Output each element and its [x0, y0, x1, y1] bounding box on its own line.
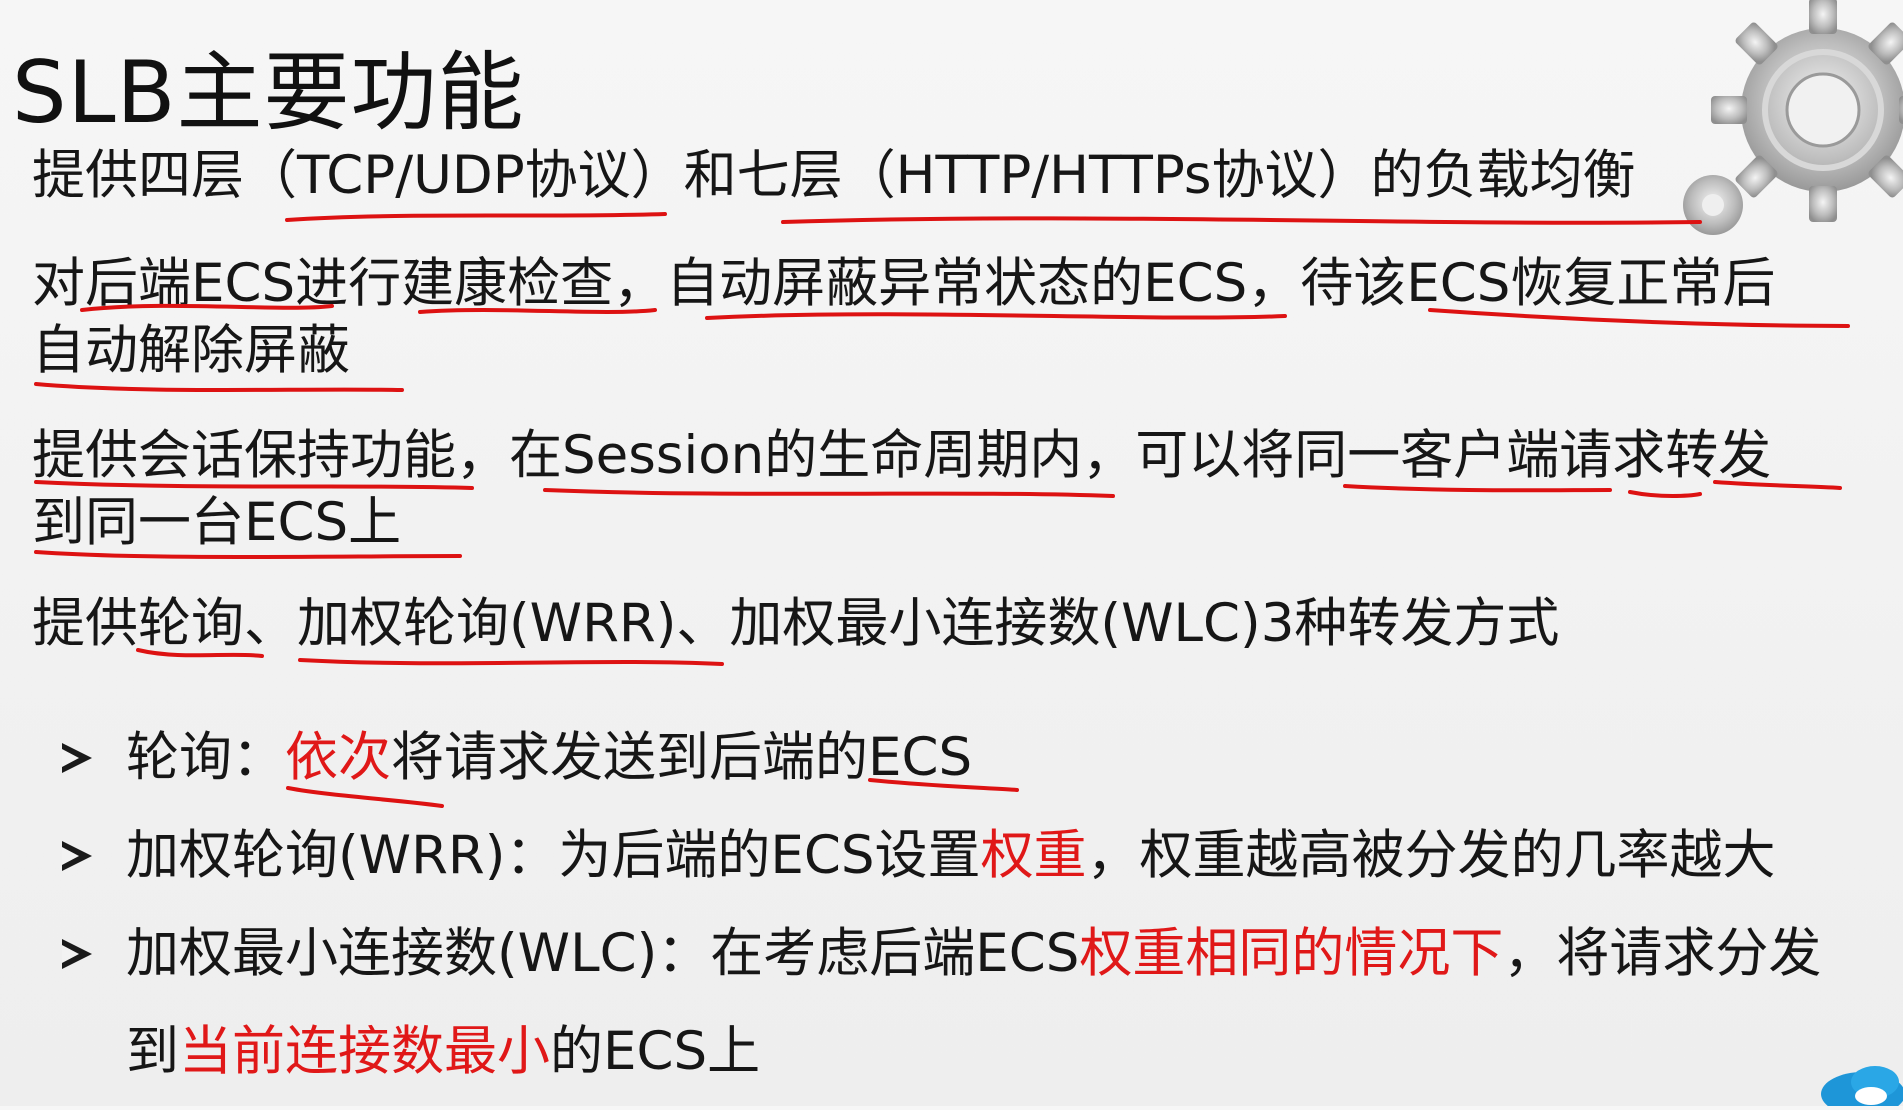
method-weighted-round-robin: 加权轮询(WRR)：为后端的ECS设置权重，权重越高被分发的几率越大 [126, 822, 1776, 890]
feature-line-3-cont: 到同一台ECS上 [32, 492, 402, 553]
method-wrr-post: ，权重越高被分发的几率越大 [1086, 825, 1776, 886]
bullet-arrow-icon [62, 743, 92, 773]
feature-line-1: 提供四层（TCP/UDP协议）和七层（HTTP/HTTPs协议）的负载均衡 [32, 145, 1636, 206]
underline [285, 212, 667, 222]
method-wlc-pre: 加权最小连接数(WLC)：在考虑后端ECS [126, 923, 1080, 984]
feature-line-2: 对后端ECS进行建康检查，自动屏蔽异常状态的ECS，待该ECS恢复正常后 [32, 253, 1776, 314]
cloud-logo-icon [1813, 1046, 1903, 1110]
method-wlc-continuation: 到当前连接数最小的ECS上 [126, 1018, 760, 1086]
method-round-robin-post: 将请求发送到后端的ECS [391, 727, 973, 788]
slide: SLB主要功能 提供四层（TCP/UDP协议）和七层（HTTP/HTTPs协议）… [0, 0, 1903, 1110]
method-round-robin-emphasis: 依次 [285, 727, 391, 788]
method-wrr-pre: 加权轮询(WRR)：为后端的ECS设置 [126, 825, 981, 886]
feature-line-2-cont: 自动解除屏蔽 [32, 320, 350, 381]
underline [1628, 490, 1702, 498]
method-wlc-emphasis: 权重相同的情况下 [1079, 923, 1504, 984]
method-wrr-emphasis: 权重 [980, 825, 1087, 886]
method-round-robin: 轮询：依次将请求发送到后端的ECS [126, 724, 972, 792]
bullet-arrow-icon [62, 841, 92, 871]
gear-decoration-icon [1673, 0, 1903, 260]
method-weighted-least-connections: 加权最小连接数(WLC)：在考虑后端ECS权重相同的情况下，将请求分发 [126, 920, 1821, 988]
method-wlc-cont-post: 的ECS上 [550, 1021, 761, 1082]
method-wlc-cont-emphasis: 当前连接数最小 [179, 1021, 550, 1082]
method-wlc-cont-pre: 到 [126, 1021, 179, 1082]
slide-title: SLB主要功能 [12, 43, 525, 143]
method-wlc-post: ，将请求分发 [1503, 923, 1822, 984]
bullet-arrow-icon [62, 939, 92, 969]
underline [298, 658, 724, 666]
underline [781, 216, 1702, 225]
feature-line-4: 提供轮询、加权轮询(WRR)、加权最小连接数(WLC)3种转发方式 [32, 593, 1560, 654]
underline [543, 488, 1115, 498]
method-round-robin-pre: 轮询： [126, 727, 285, 788]
feature-line-3: 提供会话保持功能，在Session的生命周期内，可以将同一客户端请求转发 [32, 425, 1772, 486]
